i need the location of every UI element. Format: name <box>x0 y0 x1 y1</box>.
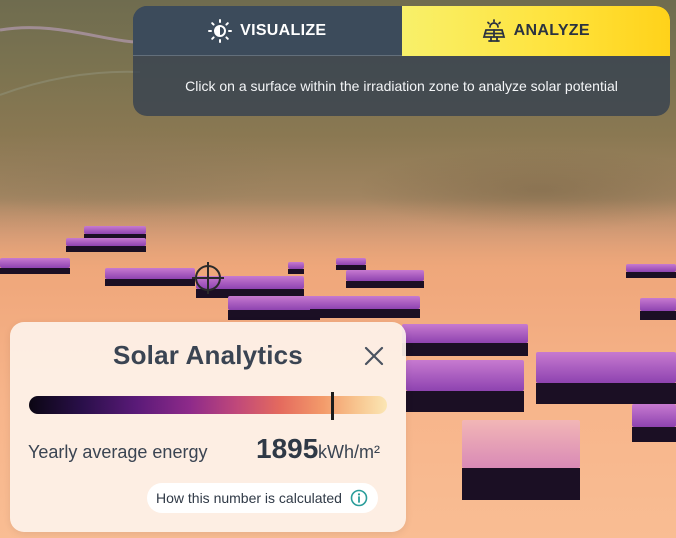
building[interactable] <box>336 258 366 270</box>
building[interactable] <box>228 296 320 320</box>
how-calculated-button[interactable]: How this number is calculated <box>147 483 378 513</box>
instruction-text: Click on a surface within the irradiatio… <box>185 78 618 94</box>
tab-visualize[interactable]: VISUALIZE <box>133 6 402 56</box>
building[interactable] <box>462 420 580 500</box>
metric-label: Yearly average energy <box>28 442 208 462</box>
card-title: Solar Analytics <box>113 340 303 370</box>
mode-tabs: VISUALIZE ANALYZE <box>133 6 670 56</box>
building[interactable] <box>406 360 524 412</box>
solar-analytics-card: Solar Analytics Yearly average energy 18… <box>10 322 406 532</box>
how-calculated-label: How this number is calculated <box>156 490 342 506</box>
tab-analyze-label: ANALYZE <box>513 22 590 39</box>
building[interactable] <box>66 238 146 252</box>
close-icon[interactable] <box>362 344 386 368</box>
building[interactable] <box>626 264 676 278</box>
building[interactable] <box>346 270 424 288</box>
building[interactable] <box>288 262 304 274</box>
metric-value: 1895 <box>256 433 319 464</box>
solar-panel-icon <box>482 19 506 43</box>
sun-brightness-icon <box>208 18 233 43</box>
building[interactable] <box>640 298 676 320</box>
crosshair-cursor-icon <box>192 262 224 294</box>
info-icon <box>350 489 368 507</box>
tab-visualize-label: VISUALIZE <box>240 21 327 39</box>
building[interactable] <box>0 258 70 274</box>
mode-panel: VISUALIZE ANALYZE Click on a surface wit… <box>133 6 670 116</box>
metric-unit: kWh/m² <box>318 442 380 462</box>
tab-analyze[interactable]: ANALYZE <box>401 6 670 56</box>
energy-scale-marker <box>331 392 334 420</box>
building[interactable] <box>402 324 528 356</box>
building[interactable] <box>105 268 195 286</box>
building[interactable] <box>632 404 676 442</box>
building[interactable] <box>310 296 420 318</box>
building[interactable] <box>536 352 676 404</box>
